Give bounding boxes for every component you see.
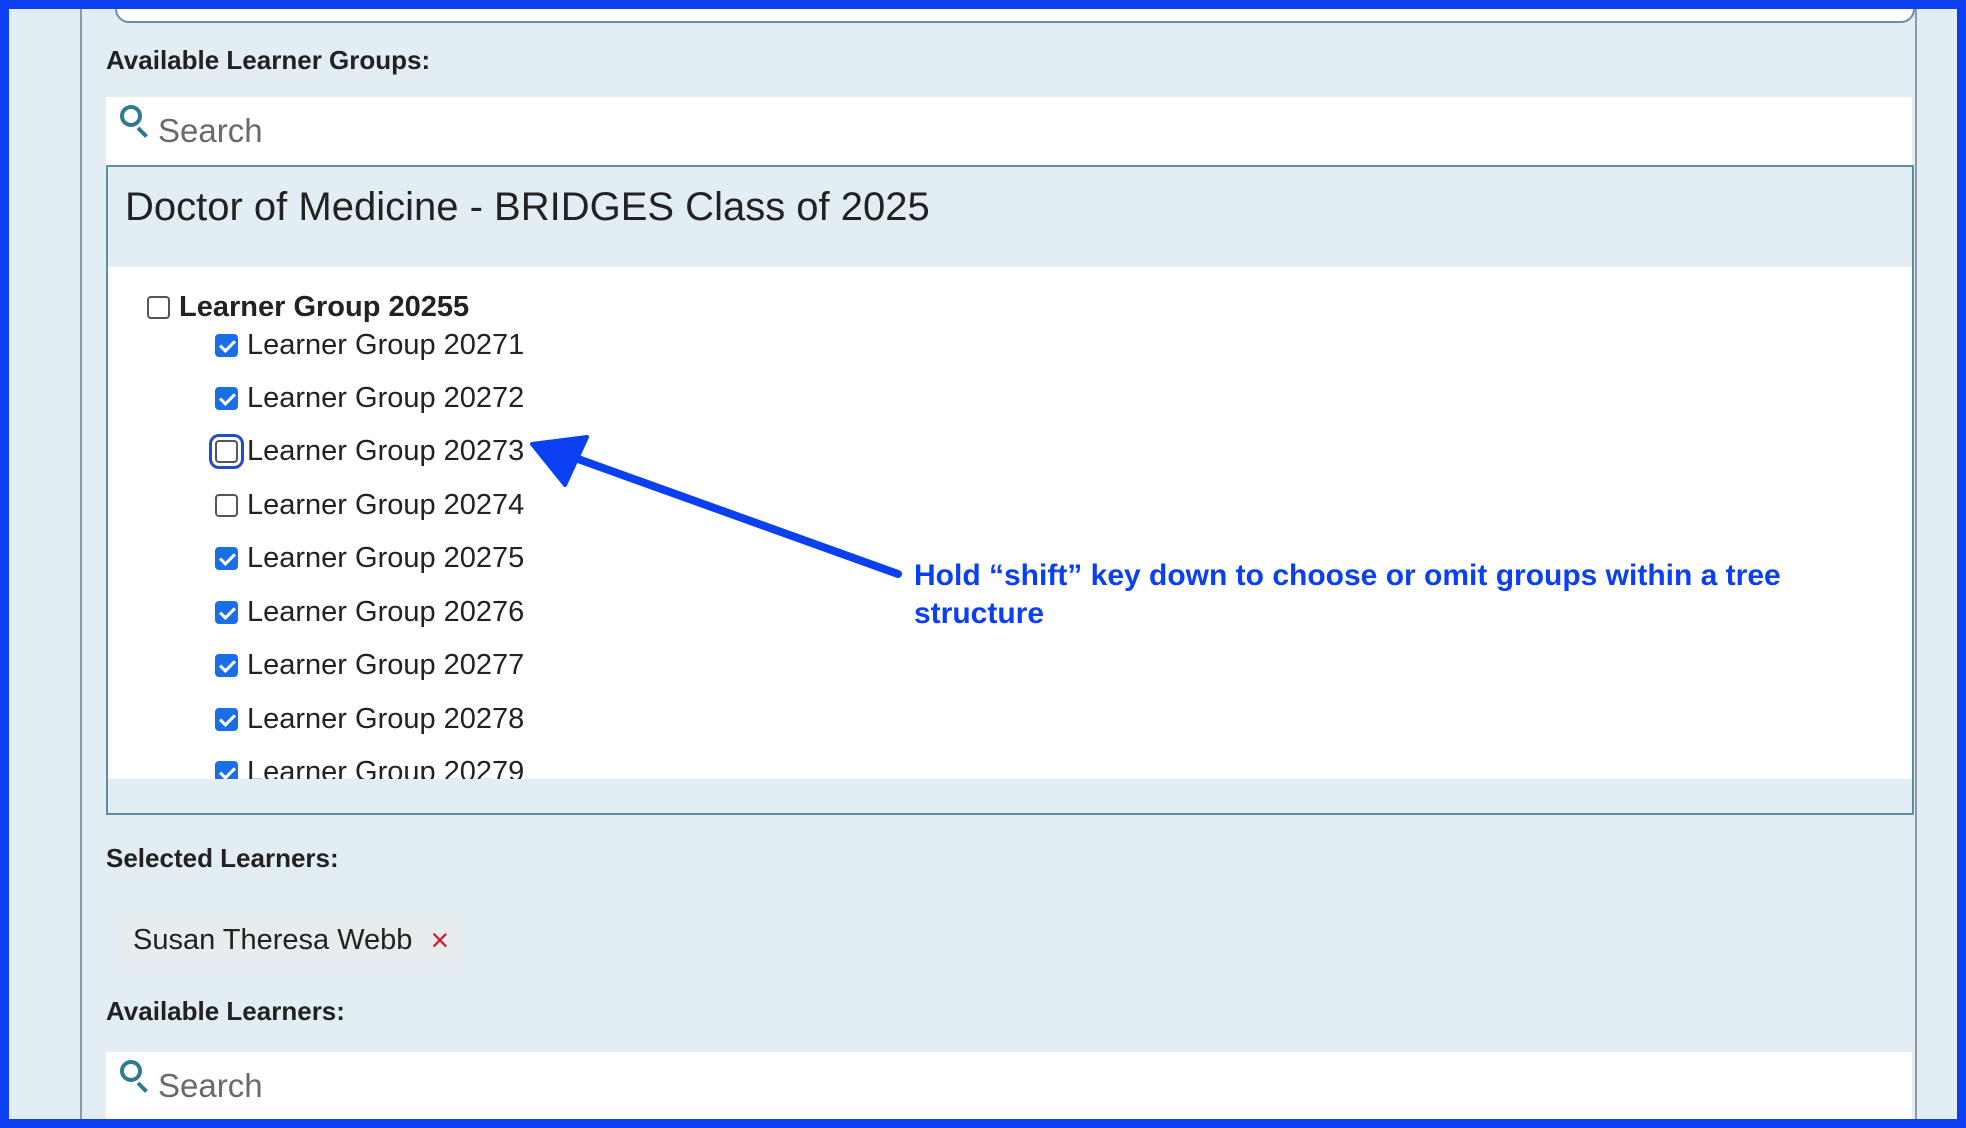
group-checkbox[interactable] <box>215 601 238 624</box>
group-checkbox[interactable] <box>215 334 238 357</box>
tree-node-label: Learner Group 20277 <box>247 649 525 681</box>
tree-node-label: Learner Group 20274 <box>247 489 525 521</box>
tree-node-parent[interactable]: Learner Group 20255 <box>147 291 469 324</box>
tree-node-label: Learner Group 20271 <box>247 329 525 361</box>
tree-node-label: Learner Group 20279 <box>247 756 525 781</box>
learner-group-search-input[interactable] <box>158 107 1858 155</box>
parent-checkbox[interactable] <box>147 296 170 319</box>
annotation-text: Hold “shift” key down to choose or omit … <box>914 559 1781 630</box>
tree-list[interactable]: Learner Group 20255 Learner Group 20271 L… <box>108 267 1912 781</box>
tree-footer <box>108 779 1912 813</box>
learner-search-input[interactable] <box>158 1062 1858 1110</box>
group-checkbox[interactable] <box>215 547 238 570</box>
learner-search[interactable] <box>106 1052 1912 1119</box>
tree-node-label: Learner Group 20276 <box>247 596 525 628</box>
selected-learner-chip[interactable]: Susan Theresa Webb × <box>117 915 466 965</box>
tree-node-child[interactable]: Learner Group 20278 <box>215 703 524 736</box>
tree-node-label: Learner Group 20278 <box>247 703 525 735</box>
tree-node-child[interactable]: Learner Group 20276 <box>215 596 524 629</box>
learner-group-search[interactable] <box>106 97 1912 165</box>
tree-node-child[interactable]: Learner Group 20274 <box>215 489 524 522</box>
group-checkbox[interactable] <box>215 654 238 677</box>
tree-node-child[interactable]: Learner Group 20275 <box>215 542 524 575</box>
group-checkbox[interactable] <box>209 434 244 469</box>
group-checkbox[interactable] <box>215 761 238 781</box>
tree-node-label: Learner Group 20272 <box>247 382 525 414</box>
available-learners-label: Available Learners: <box>106 996 345 1026</box>
previous-field-edge <box>115 9 1915 23</box>
tree-node-child[interactable]: Learner Group 20277 <box>215 649 524 682</box>
group-checkbox[interactable] <box>215 494 238 517</box>
tree-node-label: Learner Group 20255 <box>179 291 470 323</box>
tree-node-label: Learner Group 20273 <box>247 435 525 467</box>
screenshot-frame: Available Learner Groups: Doctor of Medi… <box>0 0 1966 1128</box>
search-icon <box>120 1060 152 1093</box>
tree-header: Doctor of Medicine - BRIDGES Class of 20… <box>108 167 1912 267</box>
group-checkbox[interactable] <box>215 387 238 410</box>
learner-group-tree-panel: Doctor of Medicine - BRIDGES Class of 20… <box>106 165 1914 815</box>
tree-node-label: Learner Group 20275 <box>247 542 525 574</box>
group-checkbox[interactable] <box>215 708 238 731</box>
tree-node-child[interactable]: Learner Group 20272 <box>215 382 524 415</box>
left-gutter <box>9 9 82 1119</box>
tree-node-child[interactable]: Learner Group 20279 <box>215 756 524 781</box>
right-gutter <box>1915 9 1957 1119</box>
tree-title: Doctor of Medicine - BRIDGES Class of 20… <box>125 185 930 229</box>
selected-learners-label: Selected Learners: <box>106 843 339 873</box>
tree-node-child[interactable]: Learner Group 20273 <box>209 434 525 469</box>
learner-name: Susan Theresa Webb <box>133 923 413 956</box>
tree-node-child[interactable]: Learner Group 20271 <box>215 329 524 362</box>
available-learner-groups-label: Available Learner Groups: <box>106 45 431 75</box>
remove-icon[interactable]: × <box>430 922 449 959</box>
search-icon <box>120 105 152 138</box>
